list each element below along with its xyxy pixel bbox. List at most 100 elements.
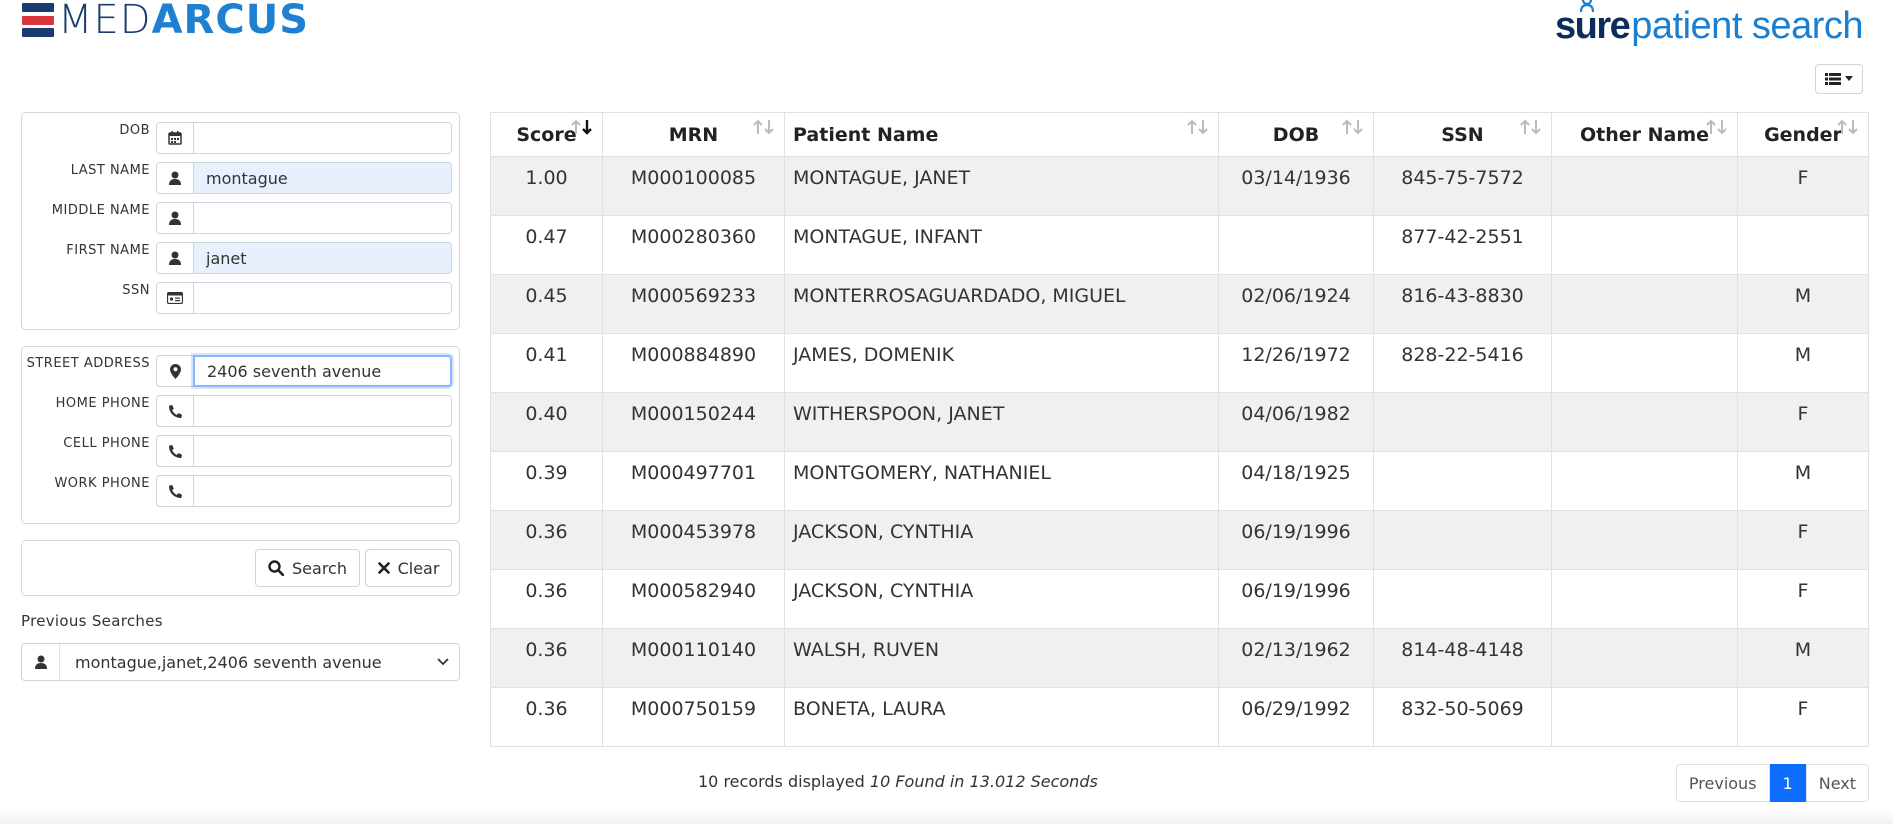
first-name-field: FIRST NAME	[22, 242, 459, 274]
table-row[interactable]: 0.45 M000569233 MONTERROSAGUARDADO, MIGU…	[490, 274, 1869, 334]
logo-text-arcus: ARCUS	[151, 0, 309, 43]
cell-mrn: M000150244	[602, 392, 785, 452]
contact-panel: STREET ADDRESS HOME PHONE CELL PHONE WOR…	[21, 346, 460, 524]
street-address-input[interactable]	[193, 355, 452, 387]
map-marker-icon	[156, 355, 193, 387]
brand-patient-search: patient search	[1631, 5, 1863, 47]
cell-mrn: M000453978	[602, 510, 785, 570]
column-header-other-name[interactable]: Other Name	[1551, 112, 1738, 157]
cell-ssn	[1373, 510, 1552, 570]
list-icon	[1825, 73, 1841, 85]
cell-ssn: 816-43-8830	[1373, 274, 1552, 334]
phone-icon	[156, 475, 193, 507]
cell-patient-name: JACKSON, CYNTHIA	[784, 569, 1219, 629]
table-row[interactable]: 0.36 M000750159 BONETA, LAURA 06/29/1992…	[490, 687, 1869, 747]
cell-patient-name: WALSH, RUVEN	[784, 628, 1219, 688]
caret-down-icon	[1845, 76, 1853, 81]
cell-other-name	[1551, 687, 1738, 747]
cell-dob: 06/19/1996	[1218, 569, 1374, 629]
table-row[interactable]: 1.00 M000100085 MONTAGUE, JANET 03/14/19…	[490, 156, 1869, 216]
table-row[interactable]: 0.41 M000884890 JAMES, DOMENIK 12/26/197…	[490, 333, 1869, 393]
cell-score: 0.40	[490, 392, 603, 452]
column-header-dob[interactable]: DOB	[1218, 112, 1374, 157]
cell-dob: 02/13/1962	[1218, 628, 1374, 688]
dob-input[interactable]	[193, 122, 452, 154]
cell-ssn: 828-22-5416	[1373, 333, 1552, 393]
table-row[interactable]: 0.39 M000497701 MONTGOMERY, NATHANIEL 04…	[490, 451, 1869, 511]
pagination-previous-button[interactable]: Previous	[1675, 764, 1770, 802]
cell-gender: F	[1737, 392, 1869, 452]
phone-icon	[156, 395, 193, 427]
cell-gender: M	[1737, 451, 1869, 511]
first-name-input[interactable]	[193, 242, 452, 274]
cell-mrn: M000100085	[602, 156, 785, 216]
table-row[interactable]: 0.36 M000582940 JACKSON, CYNTHIA 06/19/1…	[490, 569, 1869, 629]
cell-dob: 12/26/1972	[1218, 333, 1374, 393]
last-name-input[interactable]	[193, 162, 452, 194]
cell-score: 0.41	[490, 333, 603, 393]
dob-label: DOB	[119, 123, 150, 138]
previous-searches-select[interactable]: montague,janet,2406 seventh avenue	[21, 643, 460, 681]
pagination-page-button[interactable]: 1	[1769, 764, 1806, 802]
ssn-input[interactable]	[193, 282, 452, 314]
cell-patient-name: MONTERROSAGUARDADO, MIGUEL	[784, 274, 1219, 334]
sort-icon	[1342, 119, 1363, 135]
cell-gender: M	[1737, 274, 1869, 334]
cell-patient-name: MONTAGUE, JANET	[784, 156, 1219, 216]
column-header-ssn[interactable]: SSN	[1373, 112, 1552, 157]
view-toggle-button[interactable]	[1815, 64, 1863, 94]
chevron-down-icon	[437, 658, 449, 666]
middle-name-input[interactable]	[193, 202, 452, 234]
cell-dob: 04/18/1925	[1218, 451, 1374, 511]
cell-other-name	[1551, 569, 1738, 629]
column-header-gender[interactable]: Gender	[1737, 112, 1869, 157]
cell-phone-label: CELL PHONE	[63, 436, 150, 451]
cell-score: 0.45	[490, 274, 603, 334]
bottom-shadow	[0, 810, 1893, 824]
sort-icon	[753, 119, 774, 135]
work-phone-input[interactable]	[193, 475, 452, 507]
pagination-next-button[interactable]: Next	[1805, 764, 1869, 802]
cell-phone-input[interactable]	[193, 435, 452, 467]
cell-ssn: 814-48-4148	[1373, 628, 1552, 688]
user-icon	[156, 162, 193, 194]
cell-mrn: M000569233	[602, 274, 785, 334]
home-phone-input[interactable]	[193, 395, 452, 427]
cell-gender: M	[1737, 628, 1869, 688]
cell-dob: 06/19/1996	[1218, 510, 1374, 570]
middle-name-label: MIDDLE NAME	[51, 203, 150, 218]
table-header-row: Score MRN Patient Name DOB SSN Other Nam…	[490, 112, 1869, 157]
column-header-mrn[interactable]: MRN	[602, 112, 785, 157]
work-phone-field: WORK PHONE	[22, 475, 459, 507]
cell-patient-name: BONETA, LAURA	[784, 687, 1219, 747]
cell-other-name	[1551, 333, 1738, 393]
cell-other-name	[1551, 510, 1738, 570]
medarcus-logo: MEDARCUS	[22, 0, 309, 40]
work-phone-label: WORK PHONE	[54, 476, 150, 491]
calendar-icon	[156, 122, 193, 154]
table-row[interactable]: 0.36 M000453978 JACKSON, CYNTHIA 06/19/1…	[490, 510, 1869, 570]
search-button-label: Search	[292, 558, 347, 578]
cell-other-name	[1551, 451, 1738, 511]
cell-other-name	[1551, 274, 1738, 334]
first-name-label: FIRST NAME	[66, 243, 150, 258]
cell-other-name	[1551, 392, 1738, 452]
cell-ssn	[1373, 392, 1552, 452]
cell-score: 0.36	[490, 628, 603, 688]
search-button[interactable]: Search	[255, 549, 360, 587]
clear-button-label: Clear	[397, 558, 440, 578]
cell-dob: 03/14/1936	[1218, 156, 1374, 216]
logo-mark-icon	[22, 3, 54, 37]
column-header-score[interactable]: Score	[490, 112, 603, 157]
cell-ssn: 832-50-5069	[1373, 687, 1552, 747]
cell-patient-name: JAMES, DOMENIK	[784, 333, 1219, 393]
pagination: Previous 1 Next	[1675, 764, 1869, 802]
column-header-patient-name[interactable]: Patient Name	[784, 112, 1219, 157]
cell-dob	[1218, 215, 1374, 275]
table-row[interactable]: 0.36 M000110140 WALSH, RUVEN 02/13/1962 …	[490, 628, 1869, 688]
cell-gender: F	[1737, 687, 1869, 747]
clear-button[interactable]: Clear	[365, 549, 452, 587]
table-row[interactable]: 0.47 M000280360 MONTAGUE, INFANT 877-42-…	[490, 215, 1869, 275]
table-row[interactable]: 0.40 M000150244 WITHERSPOON, JANET 04/06…	[490, 392, 1869, 452]
records-found-text: 10 Found in 13.012 Seconds	[869, 772, 1098, 791]
